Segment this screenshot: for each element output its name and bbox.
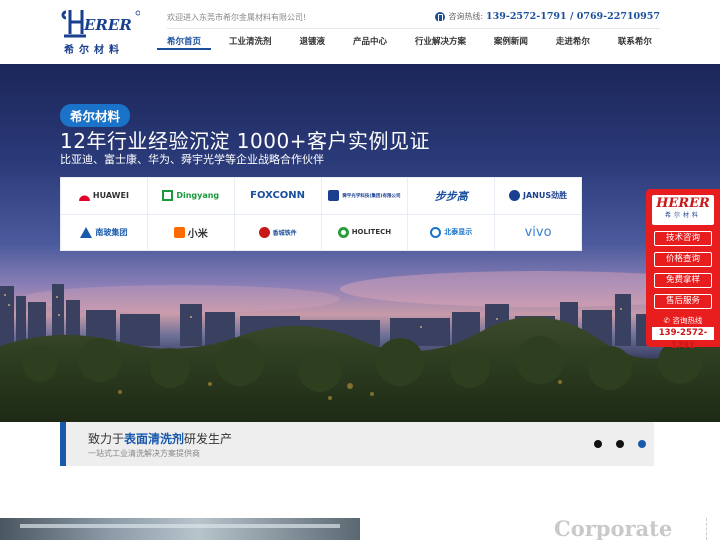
slogan-prefix: 致力于 [88,432,125,446]
partner-name: 香城铁件 [272,229,297,237]
slogan-bar: 致力于表面清洗剂研发生产 一站式工业清洗解决方案提供商 [60,422,654,466]
partner-logo-vivo: vivo [495,214,581,250]
partner-name: HUAWEI [92,191,129,201]
header-hotline: 咨询热线: 139-2572-1791 / 0769-22710957 [435,11,660,22]
hero-banner[interactable]: 希尔材料 12年行业经验沉淀 1000+客户实例见证 比亚迪、富士康、华为、舜宇… [0,64,720,422]
huawei-logo-icon [78,190,90,202]
factory-photo [0,518,360,540]
tech-consult-button[interactable]: 技术咨询 [654,231,712,246]
partner-name: 步步高 [434,189,468,203]
nav-item-products[interactable]: 产品中心 [343,36,397,50]
banner-headline: 12年行业经验沉淀 1000+客户实例见证 [60,129,430,153]
side-logo: HERER 希尔材料 [652,195,714,225]
partner-logo-grid: HUAWEI Dingyang FOXCONN 舜宇光学科技(集团)有限公司 步… [60,177,582,251]
slogan-main: 致力于表面清洗剂研发生产 [88,430,232,447]
main-nav: 希尔首页 工业清洗剂 退镀液 产品中心 行业解决方案 案例新闻 走进希尔 联系希… [157,36,662,50]
partner-logo-foxconn: FOXCONN [234,178,321,214]
phone-icon: ✆ [663,316,670,325]
slogan-highlight: 表面清洗剂 [124,432,185,446]
nav-item-stripping-solution[interactable]: 退镀液 [289,36,335,50]
price-query-button[interactable]: 价格查询 [654,252,712,267]
partner-logo-csg: 南玻集团 [61,214,147,250]
slogan-suffix: 研发生产 [184,432,233,446]
dingyang-logo-icon [162,190,174,202]
carousel-dot[interactable] [594,440,602,448]
nav-item-about[interactable]: 走进希尔 [546,36,600,50]
after-sales-button[interactable]: 售后服务 [654,294,712,309]
header-divider [167,28,660,29]
welcome-text: 欢迎进入东莞市希尔金属材料有限公司! [167,13,307,22]
partner-logo-xiaomi: 小米 [147,214,234,250]
partner-logo-janus: JANUS劲胜 [495,178,581,214]
side-hotline-label: ✆ 咨询热线 [663,316,703,325]
partner-logo-xiangcheng: 香城铁件 [234,214,321,250]
logo-mark-icon: ERER [61,10,140,38]
partner-name: vivo [524,224,552,240]
phone-icon [435,11,446,22]
sunny-logo-icon [328,190,340,202]
janus-logo-icon [509,190,521,202]
floating-contact-panel: HERER 希尔材料 技术咨询 价格查询 免费拿样 售后服务 ✆ 咨询热线 13… [646,189,720,351]
partner-logo-holitech: HOLITECH [321,214,408,250]
hotline-numbers: 139-2572-1791 / 0769-22710957 [486,11,660,22]
site-logo[interactable]: ERER 希尔材料 [60,8,146,56]
partner-logo-huawei: HUAWEI [61,178,147,214]
slogan-sub: 一站式工业清洗解决方案提供商 [88,449,200,458]
partner-name: Dingyang [176,191,220,201]
partner-name: 舜宇光学科技(集团)有限公司 [342,193,401,199]
holitech-logo-icon [337,226,349,238]
nav-item-cases-news[interactable]: 案例新闻 [484,36,538,50]
banner-subtitle: 比亚迪、富士康、华为、舜宇光学等企业战略合作伙伴 [60,153,324,166]
hotline-label: 咨询热线: [448,12,484,21]
partner-logo-dingyang: Dingyang [147,178,234,214]
side-logo-mark: HERER [656,196,710,211]
partner-logo-bbk: 步步高 [408,178,495,214]
logo-subtitle: 希尔材料 [64,45,124,56]
beitai-logo-icon [430,226,442,238]
carousel-dot[interactable] [616,440,624,448]
side-logo-sub: 希尔材料 [664,212,701,219]
csg-logo-icon [80,226,93,238]
side-hotline-number[interactable]: 139-2572-1791 [652,327,714,351]
partner-name: JANUS劲胜 [523,191,568,201]
section-heading: Corporate [554,516,673,540]
partner-name: 小米 [187,228,208,240]
partner-name: HOLITECH [351,228,392,237]
partner-name: 北泰显示 [444,228,473,237]
banner-tag: 希尔材料 [60,104,131,127]
partner-name: FOXCONN [250,190,306,202]
nav-item-solutions[interactable]: 行业解决方案 [405,36,476,50]
site-header: ERER 希尔材料 欢迎进入东莞市希尔金属材料有限公司! 咨询热线: 139-2… [0,0,720,64]
partner-logo-sunny-optical: 舜宇光学科技(集团)有限公司 [321,178,408,214]
xiangcheng-logo-icon [258,226,270,238]
partner-logo-beitai: 北泰显示 [408,214,495,250]
carousel-dots [594,440,646,448]
partner-name: 南玻集团 [95,227,128,237]
xiaomi-logo-icon [173,226,185,238]
decorative-edge [706,518,720,540]
free-sample-button[interactable]: 免费拿样 [654,273,712,288]
svg-text:ERER: ERER [83,16,132,34]
nav-item-industrial-cleaner[interactable]: 工业清洗剂 [219,36,282,50]
carousel-dot-active[interactable] [638,440,646,448]
nav-item-contact[interactable]: 联系希尔 [608,36,662,50]
nav-item-home[interactable]: 希尔首页 [157,36,212,50]
